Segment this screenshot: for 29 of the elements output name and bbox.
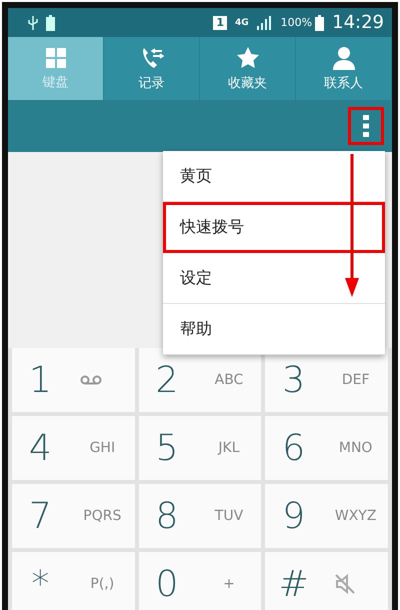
dial-key[interactable]: * P(,): [12, 552, 135, 610]
usb-icon: [28, 14, 38, 30]
sim-badge: 1: [213, 16, 228, 30]
dial-key[interactable]: 0 +: [138, 552, 262, 610]
menu-item[interactable]: 帮助: [163, 304, 385, 355]
dial-key[interactable]: 4 GHI: [12, 416, 135, 480]
dial-key[interactable]: #: [265, 552, 388, 610]
dial-key[interactable]: 6 MNO: [265, 416, 388, 480]
menu-item[interactable]: 快速拨号: [163, 202, 385, 253]
dial-key[interactable]: 2 ABC: [138, 348, 262, 412]
dial-key[interactable]: 7 PQRS: [12, 484, 135, 548]
dial-key[interactable]: 5 JKL: [138, 416, 262, 480]
more-options-icon: [363, 115, 369, 137]
menu-item[interactable]: 黄页: [163, 151, 385, 202]
star-icon: [236, 46, 260, 70]
battery-icon: [46, 14, 55, 30]
voicemail-icon: [80, 375, 102, 385]
person-icon: [332, 46, 356, 70]
mute-icon: [334, 573, 356, 595]
dial-key[interactable]: 1: [12, 348, 135, 412]
clock: 14:29: [332, 12, 384, 33]
dial-key[interactable]: 8 TUV: [138, 484, 262, 548]
dial-key[interactable]: 9 WXYZ: [265, 484, 388, 548]
signal-icon: [256, 16, 273, 30]
keypad-icon: [44, 46, 66, 68]
battery-icon: [315, 14, 324, 30]
more-options-button[interactable]: [348, 107, 384, 145]
network-type: 4G: [235, 18, 249, 28]
battery-percent: 100%: [280, 16, 312, 29]
